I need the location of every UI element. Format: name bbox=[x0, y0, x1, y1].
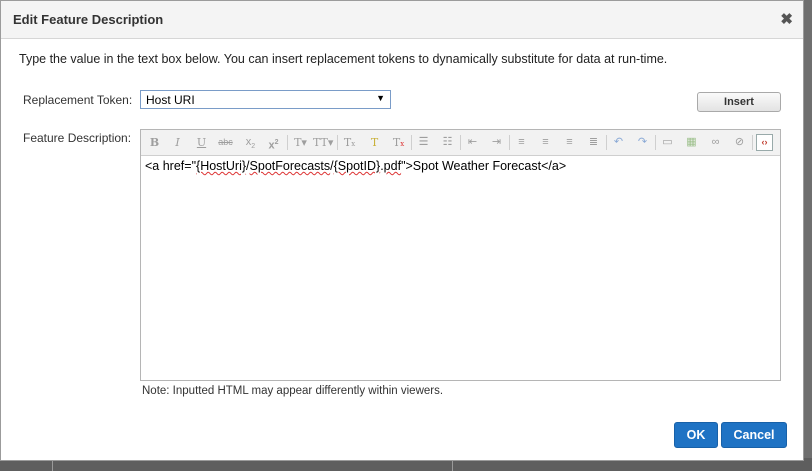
horizontal-rule-icon[interactable]: ▭ bbox=[658, 133, 677, 152]
subscript-icon[interactable]: x2 bbox=[241, 133, 260, 152]
toolbar-separator bbox=[655, 135, 656, 150]
image-icon[interactable]: ▦ bbox=[682, 133, 701, 152]
content-part: SpotForecasts bbox=[249, 159, 331, 173]
feature-description-label: Feature Description: bbox=[23, 131, 132, 145]
html-note: Note: Inputted HTML may appear different… bbox=[142, 385, 444, 397]
highlight-icon[interactable]: T bbox=[365, 133, 384, 152]
replacement-token-label: Replacement Token: bbox=[23, 93, 133, 107]
toolbar-separator bbox=[606, 135, 607, 150]
feature-description-editor[interactable]: B I U abc x2 x2 T▾ TT▾ Tx T Tx ☰ ☷ ⇤ ⇥ ≡… bbox=[140, 129, 781, 381]
editor-toolbar: B I U abc x2 x2 T▾ TT▾ Tx T Tx ☰ ☷ ⇤ ⇥ ≡… bbox=[141, 130, 780, 156]
toolbar-separator bbox=[411, 135, 412, 150]
toolbar-separator bbox=[460, 135, 461, 150]
indent-icon[interactable]: ⇥ bbox=[487, 133, 506, 152]
font-size-icon[interactable]: TT▾ bbox=[313, 133, 333, 152]
strikethrough-icon[interactable]: abc bbox=[216, 133, 235, 152]
outdent-icon[interactable]: ⇤ bbox=[463, 133, 482, 152]
content-part: pdf bbox=[383, 159, 402, 173]
bold-icon[interactable]: B bbox=[145, 133, 164, 152]
toolbar-separator bbox=[752, 135, 753, 150]
editor-content[interactable]: <a href="{HostUri}/SpotForecasts/{SpotID… bbox=[145, 159, 566, 173]
link-icon[interactable]: ∞ bbox=[706, 133, 725, 152]
replacement-token-value: Host URI bbox=[146, 93, 195, 107]
content-part: {SpotID} bbox=[333, 159, 381, 173]
font-icon[interactable]: T▾ bbox=[291, 133, 310, 152]
toolbar-separator bbox=[287, 135, 288, 150]
close-icon[interactable]: ✖ bbox=[780, 10, 793, 28]
undo-icon[interactable]: ↶ bbox=[609, 133, 628, 152]
dropdown-arrow-icon: ▼ bbox=[376, 93, 385, 103]
clear-format-icon[interactable]: Tx bbox=[389, 133, 408, 152]
dialog-titlebar[interactable]: Edit Feature Description ✖ bbox=[1, 1, 803, 39]
numbered-list-icon[interactable]: ☷ bbox=[438, 133, 457, 152]
underline-icon[interactable]: U bbox=[192, 133, 211, 152]
redo-icon[interactable]: ↷ bbox=[633, 133, 652, 152]
instruction-text: Type the value in the text box below. Yo… bbox=[19, 52, 668, 66]
unlink-icon[interactable]: ⊘ bbox=[730, 133, 749, 152]
content-part: <a href=" bbox=[145, 159, 197, 173]
superscript-icon[interactable]: x2 bbox=[264, 133, 283, 152]
content-part: ">Spot Weather Forecast</a> bbox=[401, 159, 567, 173]
remove-format-icon[interactable]: Tx bbox=[340, 133, 359, 152]
italic-icon[interactable]: I bbox=[168, 133, 187, 152]
insert-button[interactable]: Insert bbox=[697, 92, 781, 112]
edit-feature-description-dialog: Edit Feature Description ✖ Type the valu… bbox=[0, 0, 804, 461]
align-center-icon[interactable]: ≡ bbox=[536, 133, 555, 152]
justify-icon[interactable]: ≣ bbox=[584, 133, 603, 152]
content-part: {HostUri} bbox=[196, 159, 247, 173]
dialog-title: Edit Feature Description bbox=[13, 12, 164, 27]
align-left-icon[interactable]: ≡ bbox=[512, 133, 531, 152]
toolbar-separator bbox=[509, 135, 510, 150]
bulleted-list-icon[interactable]: ☰ bbox=[414, 133, 433, 152]
toolbar-separator bbox=[337, 135, 338, 150]
cancel-button[interactable]: Cancel bbox=[721, 422, 787, 448]
align-right-icon[interactable]: ≡ bbox=[560, 133, 579, 152]
source-code-icon[interactable]: ‹› bbox=[756, 134, 773, 151]
ok-button[interactable]: OK bbox=[674, 422, 718, 448]
replacement-token-select[interactable]: Host URI ▼ bbox=[140, 90, 391, 109]
